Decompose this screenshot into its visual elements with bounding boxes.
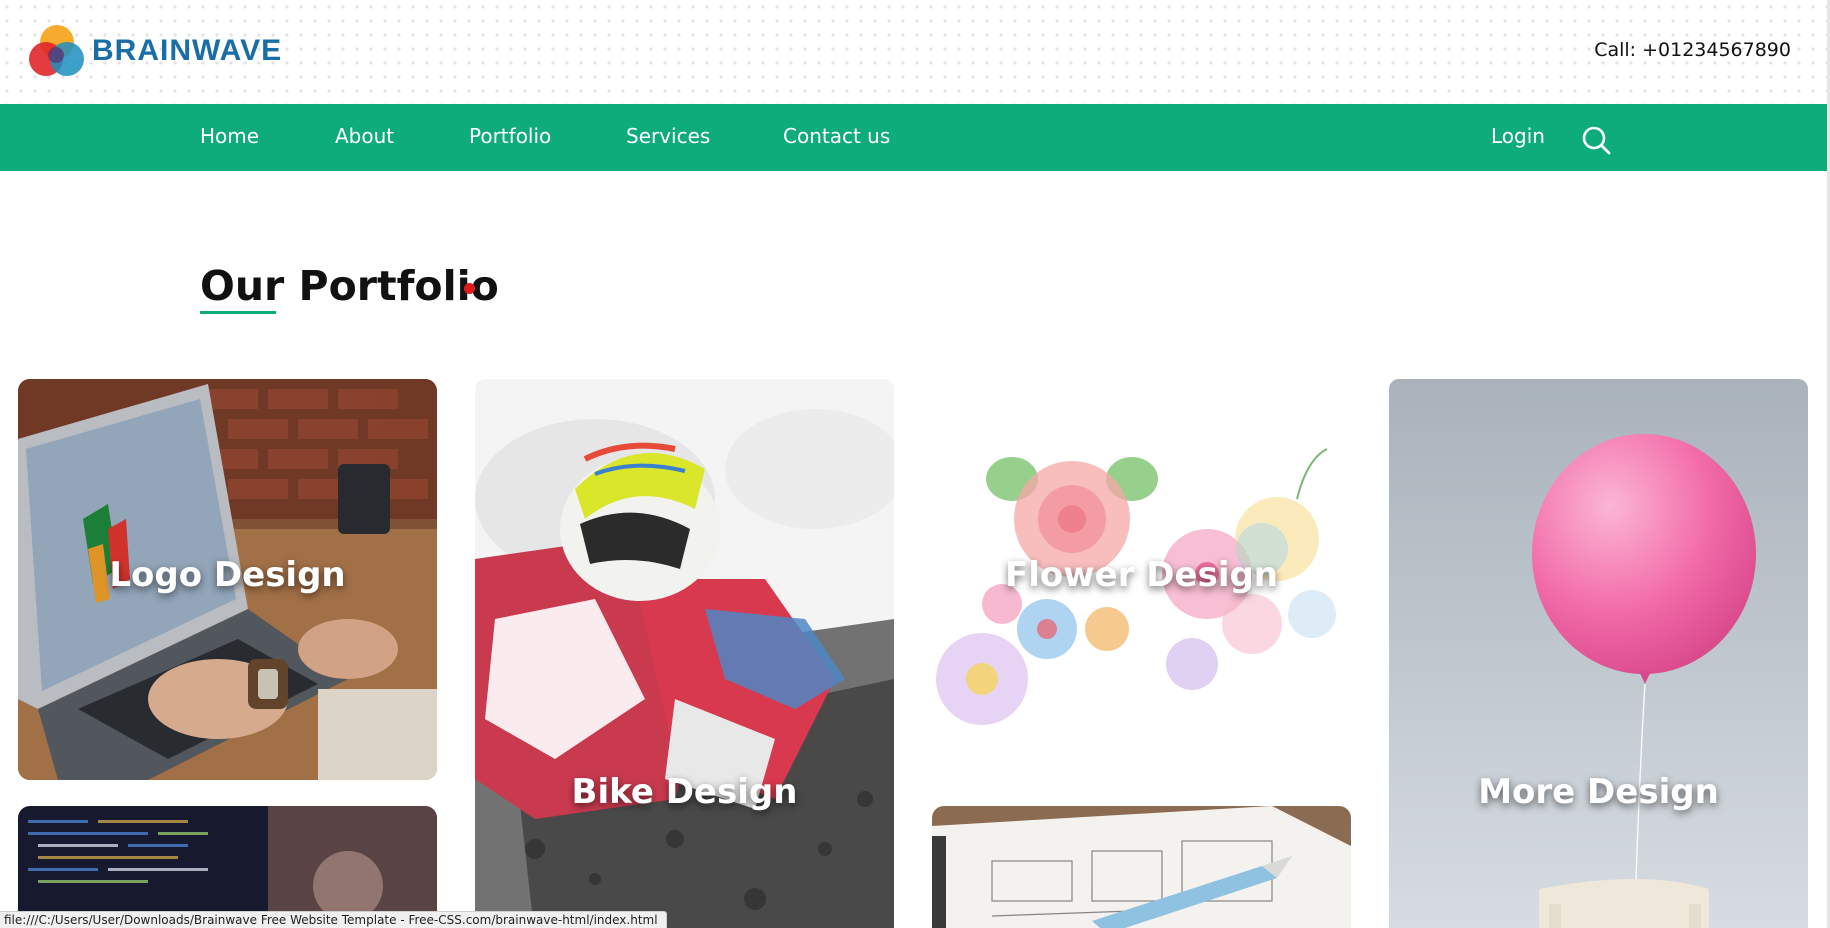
portfolio-card-flower-design[interactable]: Flower Design xyxy=(932,379,1351,780)
nav-home[interactable]: Home xyxy=(200,124,259,148)
portfolio-card-bike-design[interactable]: Bike Design xyxy=(475,379,894,928)
bike-rider-art xyxy=(475,379,894,928)
card-label-more-design: More Design xyxy=(1478,772,1719,812)
card-label-bike-design: Bike Design xyxy=(571,772,798,812)
nav-about[interactable]: About xyxy=(335,124,394,148)
main-nav: Home About Portfolio Services Contact us… xyxy=(0,104,1827,171)
portfolio-card-logo-design[interactable]: Logo Design xyxy=(18,379,437,780)
nav-contact-us[interactable]: Contact us xyxy=(783,124,890,148)
code-screen-photo xyxy=(18,806,437,928)
title-dot xyxy=(464,283,475,294)
sketch-paper-photo xyxy=(932,806,1351,928)
nav-portfolio[interactable]: Portfolio xyxy=(469,124,551,148)
call-phone-text: Call: +01234567890 xyxy=(1594,39,1791,61)
logo-mark-icon xyxy=(28,22,90,80)
portfolio-card-code[interactable] xyxy=(18,806,437,928)
top-header: BRAINWAVE Call: +01234567890 xyxy=(0,0,1827,104)
search-icon[interactable] xyxy=(1580,124,1612,156)
nav-login[interactable]: Login xyxy=(1491,124,1545,148)
card-label-flower-design: Flower Design xyxy=(1004,555,1279,595)
card-label-logo-design: Logo Design xyxy=(109,555,346,595)
nav-services[interactable]: Services xyxy=(626,124,710,148)
portfolio-card-more-design[interactable]: More Design xyxy=(1389,379,1808,928)
browser-status-url: file:///C:/Users/User/Downloads/Brainwav… xyxy=(0,911,667,928)
pink-balloon-photo xyxy=(1389,379,1808,928)
page: BRAINWAVE Call: +01234567890 Home About … xyxy=(0,0,1827,928)
logo[interactable]: BRAINWAVE xyxy=(28,22,282,80)
section-title: Our Portfolio xyxy=(200,262,499,310)
logo-text: BRAINWAVE xyxy=(92,34,283,67)
title-underline xyxy=(200,311,276,314)
portfolio-card-sketch[interactable] xyxy=(932,806,1351,928)
